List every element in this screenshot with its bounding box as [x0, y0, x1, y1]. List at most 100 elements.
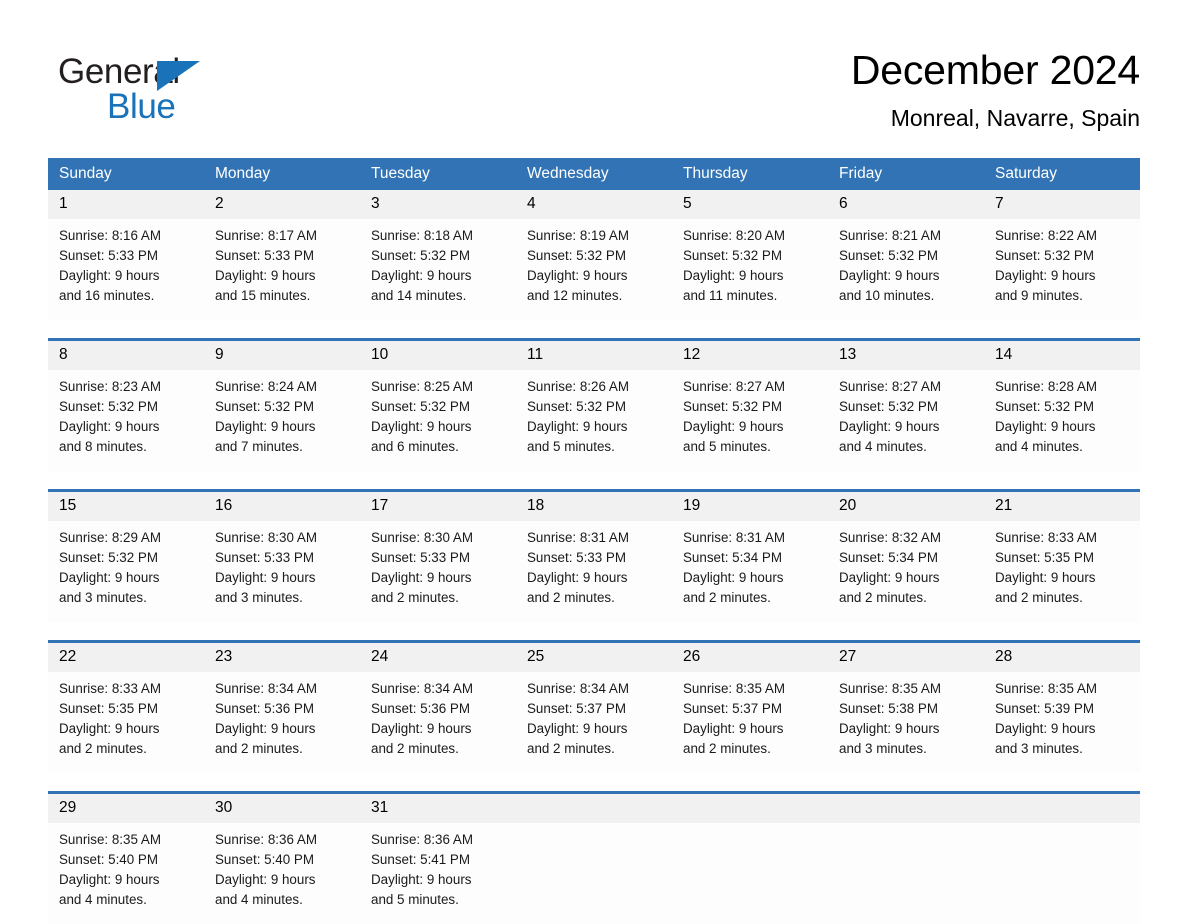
- day-cell-details-empty: [984, 823, 1140, 924]
- day-cell-number[interactable]: 21: [984, 492, 1140, 521]
- day-cell-number[interactable]: 2: [204, 190, 360, 219]
- day-cell-empty: [828, 794, 984, 823]
- day-cell-details: Sunrise: 8:21 AM Sunset: 5:32 PM Dayligh…: [828, 219, 984, 320]
- daylight-text-line1: Daylight: 9 hours: [839, 720, 940, 736]
- daylight-text-line2: and 3 minutes.: [215, 589, 303, 605]
- daylight-text-line1: Daylight: 9 hours: [683, 569, 784, 585]
- sunrise-text: Sunrise: 8:34 AM: [215, 681, 317, 696]
- daylight-text-line2: and 8 minutes.: [59, 438, 147, 454]
- daylight-text-line2: and 5 minutes.: [683, 438, 771, 454]
- day-cell-details: Sunrise: 8:20 AM Sunset: 5:32 PM Dayligh…: [672, 219, 828, 320]
- calendar-body: 1 2 3 4 5 6 7 Sunrise: 8:16 AM Sunset: 5…: [48, 190, 1140, 924]
- location-subtitle: Monreal, Navarre, Spain: [890, 105, 1140, 131]
- sunrise-text: Sunrise: 8:30 AM: [371, 530, 473, 545]
- sunset-text: Sunset: 5:32 PM: [839, 398, 938, 414]
- week-spacer: [48, 471, 1140, 489]
- daylight-text-line1: Daylight: 9 hours: [371, 720, 472, 736]
- day-cell-number[interactable]: 22: [48, 643, 204, 672]
- day-cell-number[interactable]: 28: [984, 643, 1140, 672]
- sunset-text: Sunset: 5:39 PM: [995, 700, 1094, 716]
- daylight-text-line1: Daylight: 9 hours: [995, 569, 1096, 585]
- daylight-text-line1: Daylight: 9 hours: [59, 569, 160, 585]
- week-4-date-row: 22 23 24 25 26 27 28: [48, 643, 1140, 672]
- day-cell-number[interactable]: 14: [984, 341, 1140, 370]
- sunset-text: Sunset: 5:38 PM: [839, 700, 938, 716]
- daylight-text-line2: and 11 minutes.: [683, 287, 778, 303]
- sunrise-text: Sunrise: 8:23 AM: [59, 379, 161, 394]
- week-5-date-row: 29 30 31: [48, 794, 1140, 823]
- day-cell-details: Sunrise: 8:34 AM Sunset: 5:37 PM Dayligh…: [516, 672, 672, 773]
- day-cell-details-empty: [516, 823, 672, 924]
- daylight-text-line1: Daylight: 9 hours: [371, 267, 472, 283]
- day-cell-number[interactable]: 6: [828, 190, 984, 219]
- day-cell-number[interactable]: 16: [204, 492, 360, 521]
- sunrise-text: Sunrise: 8:31 AM: [527, 530, 629, 545]
- day-cell-number[interactable]: 26: [672, 643, 828, 672]
- day-cell-details: Sunrise: 8:27 AM Sunset: 5:32 PM Dayligh…: [828, 370, 984, 471]
- daylight-text-line1: Daylight: 9 hours: [839, 418, 940, 434]
- day-cell-number[interactable]: 31: [360, 794, 516, 823]
- sunset-text: Sunset: 5:32 PM: [371, 398, 470, 414]
- daylight-text-line1: Daylight: 9 hours: [839, 569, 940, 585]
- day-cell-details: Sunrise: 8:35 AM Sunset: 5:40 PM Dayligh…: [48, 823, 204, 924]
- day-cell-number[interactable]: 10: [360, 341, 516, 370]
- day-cell-details: Sunrise: 8:33 AM Sunset: 5:35 PM Dayligh…: [48, 672, 204, 773]
- day-cell-number[interactable]: 1: [48, 190, 204, 219]
- day-cell-number[interactable]: 30: [204, 794, 360, 823]
- day-cell-number[interactable]: 29: [48, 794, 204, 823]
- day-cell-number[interactable]: 20: [828, 492, 984, 521]
- day-cell-details: Sunrise: 8:33 AM Sunset: 5:35 PM Dayligh…: [984, 521, 1140, 622]
- daylight-text-line1: Daylight: 9 hours: [527, 418, 628, 434]
- daylight-text-line1: Daylight: 9 hours: [215, 871, 316, 887]
- day-cell-number[interactable]: 13: [828, 341, 984, 370]
- week-1-info-row: Sunrise: 8:16 AM Sunset: 5:33 PM Dayligh…: [48, 219, 1140, 320]
- day-cell-number[interactable]: 7: [984, 190, 1140, 219]
- day-cell-empty: [516, 794, 672, 823]
- page-header: General Blue December 2024 Monreal, Nava…: [48, 44, 1140, 148]
- day-cell-number[interactable]: 17: [360, 492, 516, 521]
- day-cell-number[interactable]: 8: [48, 341, 204, 370]
- day-cell-number[interactable]: 27: [828, 643, 984, 672]
- sunrise-text: Sunrise: 8:29 AM: [59, 530, 161, 545]
- day-cell-details-empty: [672, 823, 828, 924]
- generalblue-logo[interactable]: General Blue: [58, 52, 358, 136]
- day-cell-number[interactable]: 15: [48, 492, 204, 521]
- daylight-text-line2: and 2 minutes.: [683, 589, 771, 605]
- dow-monday: Monday: [204, 158, 360, 190]
- daylight-text-line1: Daylight: 9 hours: [683, 267, 784, 283]
- title-block: December 2024 Monreal, Navarre, Spain: [851, 44, 1140, 134]
- daylight-text-line2: and 7 minutes.: [215, 438, 303, 454]
- day-cell-number[interactable]: 18: [516, 492, 672, 521]
- logo-text-blue: Blue: [107, 87, 176, 126]
- daylight-text-line1: Daylight: 9 hours: [995, 720, 1096, 736]
- daylight-text-line1: Daylight: 9 hours: [683, 418, 784, 434]
- sunset-text: Sunset: 5:32 PM: [683, 398, 782, 414]
- sunrise-text: Sunrise: 8:35 AM: [839, 681, 941, 696]
- day-cell-number[interactable]: 3: [360, 190, 516, 219]
- sunset-text: Sunset: 5:32 PM: [215, 398, 314, 414]
- daylight-text-line2: and 2 minutes.: [59, 740, 147, 756]
- day-cell-empty: [672, 794, 828, 823]
- daylight-text-line2: and 3 minutes.: [839, 740, 927, 756]
- day-cell-number[interactable]: 24: [360, 643, 516, 672]
- dow-saturday: Saturday: [984, 158, 1140, 190]
- sunset-text: Sunset: 5:36 PM: [215, 700, 314, 716]
- day-cell-number[interactable]: 12: [672, 341, 828, 370]
- day-cell-details: Sunrise: 8:23 AM Sunset: 5:32 PM Dayligh…: [48, 370, 204, 471]
- day-cell-number[interactable]: 11: [516, 341, 672, 370]
- day-cell-number[interactable]: 5: [672, 190, 828, 219]
- sunrise-text: Sunrise: 8:30 AM: [215, 530, 317, 545]
- day-cell-details: Sunrise: 8:25 AM Sunset: 5:32 PM Dayligh…: [360, 370, 516, 471]
- day-cell-details: Sunrise: 8:35 AM Sunset: 5:39 PM Dayligh…: [984, 672, 1140, 773]
- day-cell-number[interactable]: 4: [516, 190, 672, 219]
- day-cell-number[interactable]: 19: [672, 492, 828, 521]
- day-cell-number[interactable]: 9: [204, 341, 360, 370]
- daylight-text-line2: and 10 minutes.: [839, 287, 935, 303]
- sunset-text: Sunset: 5:32 PM: [527, 398, 626, 414]
- day-cell-number[interactable]: 25: [516, 643, 672, 672]
- sunset-text: Sunset: 5:37 PM: [683, 700, 782, 716]
- daylight-text-line1: Daylight: 9 hours: [59, 871, 160, 887]
- sunset-text: Sunset: 5:33 PM: [215, 549, 314, 565]
- daylight-text-line2: and 5 minutes.: [527, 438, 615, 454]
- day-cell-number[interactable]: 23: [204, 643, 360, 672]
